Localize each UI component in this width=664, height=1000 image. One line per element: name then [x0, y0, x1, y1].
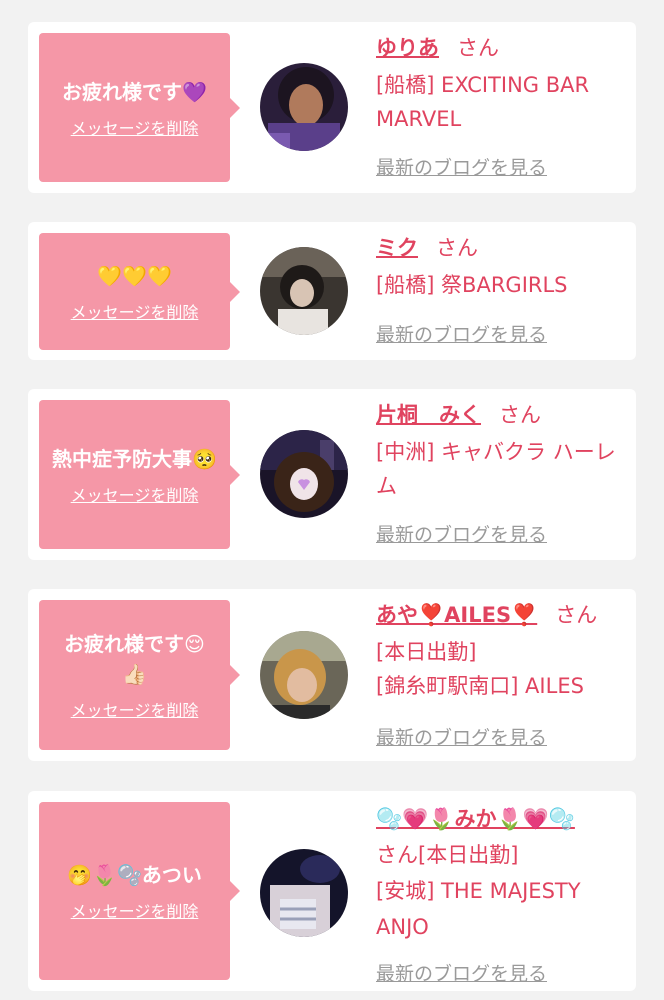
cast-info: あや❣️AILES❣️ さん [本日出勤] [錦糸町駅南口] AILES: [376, 599, 628, 703]
latest-blog-link[interactable]: 最新のブログを見る: [376, 153, 547, 180]
name-line: 🫧💗🌷みか🌷💗🫧 さん[本日出勤] [安城] THE MAJESTY ANJO: [376, 801, 628, 945]
message-text: 🤭🌷🫧あつい: [67, 863, 202, 887]
message-bubble: 💛💛💛 メッセージを削除: [39, 233, 240, 350]
avatar[interactable]: [260, 430, 348, 518]
message-card: 🤭🌷🫧あつい メッセージを削除 🫧💗🌷みか🌷💗🫧 さん[本日出勤] [安城] TH…: [28, 791, 636, 991]
honorific: さん: [555, 603, 598, 627]
latest-blog-link[interactable]: 最新のブログを見る: [376, 959, 547, 986]
message-bubble: 🤭🌷🫧あつい メッセージを削除: [39, 802, 240, 980]
message-bubble: お疲れ様です💜 メッセージを削除: [39, 33, 240, 182]
delete-message-link[interactable]: メッセージを削除: [71, 115, 199, 139]
delete-message-link[interactable]: メッセージを削除: [71, 299, 199, 323]
message-text: 💛💛💛: [97, 263, 172, 288]
cast-name-link[interactable]: 片桐 みく: [376, 403, 481, 427]
shop-info: [中洲] キャバクラ ハーレム: [376, 440, 616, 498]
cast-name-link[interactable]: 🫧💗🌷みか🌷💗🫧: [376, 807, 575, 831]
shop-info: [船橋] EXCITING BAR MARVEL: [376, 73, 590, 131]
honorific: さん: [376, 843, 418, 867]
delete-message-link[interactable]: メッセージを削除: [71, 697, 199, 721]
cast-info: ゆりあ さん [船橋] EXCITING BAR MARVEL: [376, 32, 628, 136]
name-line: ゆりあ さん: [376, 32, 628, 64]
latest-blog-link[interactable]: 最新のブログを見る: [376, 520, 547, 547]
latest-blog-link[interactable]: 最新のブログを見る: [376, 723, 547, 750]
cast-name-link[interactable]: ゆりあ: [376, 36, 439, 60]
message-card: お疲れ様です😌👍🏻 メッセージを削除 あや❣️AILES❣️ さん [本日出勤] …: [28, 589, 636, 761]
avatar[interactable]: [260, 631, 348, 719]
honorific: さん: [436, 236, 478, 260]
message-text: お疲れ様です💜: [62, 79, 207, 104]
honorific: さん: [457, 36, 499, 60]
cast-info: 🫧💗🌷みか🌷💗🫧 さん[本日出勤] [安城] THE MAJESTY ANJO: [376, 801, 628, 945]
message-bubble: お疲れ様です😌👍🏻 メッセージを削除: [39, 600, 240, 750]
message-card: 💛💛💛 メッセージを削除 ミク さん [船橋] 祭BARGIRLS 最新のブログを…: [28, 222, 636, 360]
avatar[interactable]: [260, 247, 348, 335]
name-line: あや❣️AILES❣️ さん: [376, 599, 628, 631]
message-text: お疲れ様です😌👍🏻: [64, 632, 205, 686]
cast-info: ミク さん [船橋] 祭BARGIRLS: [376, 232, 628, 302]
name-line: 片桐 みく さん: [376, 399, 628, 431]
message-card: 熱中症予防大事🥺 メッセージを削除 片桐 みく さん [中洲] キャバクラ ハーレ…: [28, 389, 636, 560]
latest-blog-link[interactable]: 最新のブログを見る: [376, 320, 547, 347]
message-text: 熱中症予防大事🥺: [52, 446, 217, 471]
delete-message-link[interactable]: メッセージを削除: [71, 482, 199, 506]
honorific: さん: [499, 403, 541, 427]
cast-info: 片桐 みく さん [中洲] キャバクラ ハーレム: [376, 399, 628, 503]
shop-info: [船橋] 祭BARGIRLS: [376, 273, 568, 297]
delete-message-link[interactable]: メッセージを削除: [71, 898, 199, 922]
avatar[interactable]: [260, 849, 348, 937]
message-bubble: 熱中症予防大事🥺 メッセージを削除: [39, 400, 240, 549]
name-line: ミク さん: [376, 232, 628, 264]
cast-name-link[interactable]: ミク: [376, 236, 418, 260]
avatar[interactable]: [260, 63, 348, 151]
message-card: お疲れ様です💜 メッセージを削除 ゆりあ さん [船橋] EXCITING BAR…: [28, 22, 636, 193]
shop-info: [本日出勤] [錦糸町駅南口] AILES: [376, 640, 584, 698]
cast-name-link[interactable]: あや❣️AILES❣️: [376, 603, 537, 627]
